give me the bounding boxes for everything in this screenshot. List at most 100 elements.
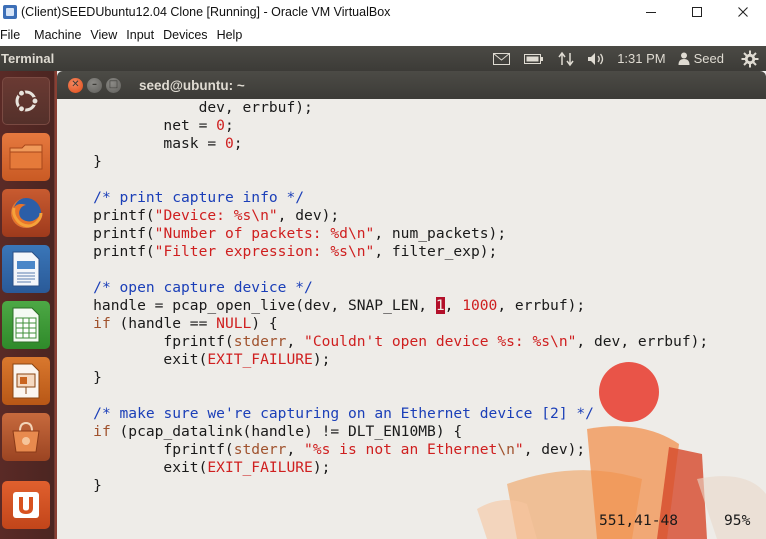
host-window-title: (Client)SEEDUbuntu12.04 Clone [Running] … <box>21 5 391 19</box>
libreoffice-calc-icon[interactable] <box>2 301 50 349</box>
code-token: dev, errbuf); <box>58 99 313 116</box>
terminal-title: seed@ubuntu: ~ <box>139 77 245 93</box>
user-icon <box>678 52 690 65</box>
panel-app-title: Terminal <box>1 51 55 66</box>
unity-launcher <box>0 71 55 539</box>
code-token: stderr <box>233 333 287 350</box>
code-token: NULL <box>216 315 252 332</box>
code-token: 1000 <box>462 297 498 314</box>
menu-file[interactable]: File <box>0 28 20 42</box>
code-token: stderr <box>233 441 287 458</box>
code-token: ; <box>224 117 234 134</box>
code-line: mask = 0; <box>58 135 243 153</box>
code-token: /* make sure we're capturing on an Ether… <box>93 405 594 422</box>
code-line: fprintf(stderr, "%s is not an Ethernet\n… <box>58 441 585 459</box>
code-line: } <box>58 477 102 495</box>
battery-icon[interactable] <box>524 46 544 71</box>
panel-clock[interactable]: 1:31 PM <box>617 51 665 66</box>
code-token: , <box>444 297 463 314</box>
code-token: "Filter expression: %s\n" <box>154 243 375 260</box>
network-icon[interactable] <box>558 46 574 71</box>
libreoffice-writer-icon[interactable] <box>2 245 50 293</box>
ubuntu-one-icon[interactable] <box>2 481 50 529</box>
maximize-icon[interactable] <box>674 0 720 24</box>
code-token: (pcap_datalink(handle) != DLT_EN10MB) { <box>110 423 463 440</box>
terminal-titlebar[interactable]: ✕ – □ seed@ubuntu: ~ <box>57 71 766 99</box>
panel-user-menu[interactable]: Seed <box>678 51 724 66</box>
code-token: printf( <box>58 243 155 260</box>
ubuntu-top-panel: Terminal 1:31 PM Seed <box>0 46 766 71</box>
code-line: exit(EXIT_FAILURE); <box>58 351 330 369</box>
code-line: exit(EXIT_FAILURE); <box>58 459 330 477</box>
code-token: } <box>58 477 102 494</box>
files-icon[interactable] <box>2 133 50 181</box>
code-token: ); <box>312 351 331 368</box>
code-token: printf( <box>58 225 155 242</box>
terminal-window: ✕ – □ seed@ubuntu: ~ dev, errbuf); net =… <box>57 71 766 539</box>
panel-indicators: 1:31 PM Seed <box>488 46 766 71</box>
code-token: , <box>286 441 305 458</box>
code-line: printf("Filter expression: %s\n", filter… <box>58 243 497 261</box>
code-token: /* print capture info */ <box>93 189 305 206</box>
code-line: printf("Number of packets: %d\n", num_pa… <box>58 225 506 243</box>
code-token: " <box>514 441 524 458</box>
minimize-icon[interactable] <box>628 0 674 24</box>
code-token: if <box>93 423 111 440</box>
code-token: , filter_exp); <box>374 243 498 260</box>
code-token: (handle == <box>110 315 217 332</box>
close-icon[interactable] <box>720 0 766 24</box>
code-line: /* print capture info */ <box>58 189 304 207</box>
gear-icon[interactable] <box>741 46 759 71</box>
host-window-controls <box>628 0 766 24</box>
vim-cursor-position: 551,41-48 <box>599 512 679 529</box>
menu-help[interactable]: Help <box>217 28 243 42</box>
code-token: "%s is not an Ethernet <box>304 441 498 458</box>
code-line: /* open capture device */ <box>58 279 313 297</box>
code-token: net = <box>58 117 217 134</box>
volume-icon[interactable] <box>587 46 605 71</box>
code-token: ; <box>233 135 243 152</box>
code-token: ) { <box>251 315 278 332</box>
code-token: 0 <box>216 117 225 134</box>
code-token: if <box>93 315 111 332</box>
minimize-icon[interactable]: – <box>87 77 102 93</box>
menu-devices[interactable]: Devices <box>163 28 207 42</box>
firefox-icon[interactable] <box>2 189 50 237</box>
code-token: , num_packets); <box>374 225 507 242</box>
code-line: fprintf(stderr, "Couldn't open device %s… <box>58 333 708 351</box>
code-token: , dev); <box>277 207 340 224</box>
menu-input[interactable]: Input <box>126 28 154 42</box>
code-token: printf( <box>58 207 155 224</box>
maximize-icon[interactable]: □ <box>106 77 121 93</box>
code-token: "Number of packets: %d\n" <box>154 225 375 242</box>
libreoffice-impress-icon[interactable] <box>2 357 50 405</box>
code-token: } <box>58 369 102 386</box>
code-line: if (pcap_datalink(handle) != DLT_EN10MB)… <box>58 423 462 441</box>
code-line: handle = pcap_open_live(dev, SNAP_LEN, 1… <box>58 297 585 315</box>
menu-view[interactable]: View <box>90 28 117 42</box>
code-token: fprintf( <box>58 333 234 350</box>
code-line: dev, errbuf); <box>58 99 313 117</box>
vim-scroll-percent: 95% <box>724 512 751 529</box>
code-token: \n <box>497 441 515 458</box>
code-token: "Couldn't open device %s: %s\n" <box>304 333 577 350</box>
code-token: 0 <box>224 135 234 152</box>
software-center-icon[interactable] <box>2 413 50 461</box>
host-titlebar: (Client)SEEDUbuntu12.04 Clone [Running] … <box>0 0 766 24</box>
menu-machine[interactable]: Machine <box>34 28 81 42</box>
code-line: net = 0; <box>58 117 234 135</box>
code-token: , dev); <box>523 441 586 458</box>
code-line: /* make sure we're capturing on an Ether… <box>58 405 594 423</box>
terminal-body[interactable]: dev, errbuf); net = 0; mask = 0; } /* pr… <box>57 99 766 539</box>
code-token: handle = pcap_open_live(dev, SNAP_LEN, <box>58 297 436 314</box>
dash-home-icon[interactable] <box>2 77 50 125</box>
code-token: , <box>286 333 305 350</box>
code-token: EXIT_FAILURE <box>207 459 313 476</box>
code-token: mask = <box>58 135 225 152</box>
mail-icon[interactable] <box>493 46 511 71</box>
close-icon[interactable]: ✕ <box>68 77 83 93</box>
